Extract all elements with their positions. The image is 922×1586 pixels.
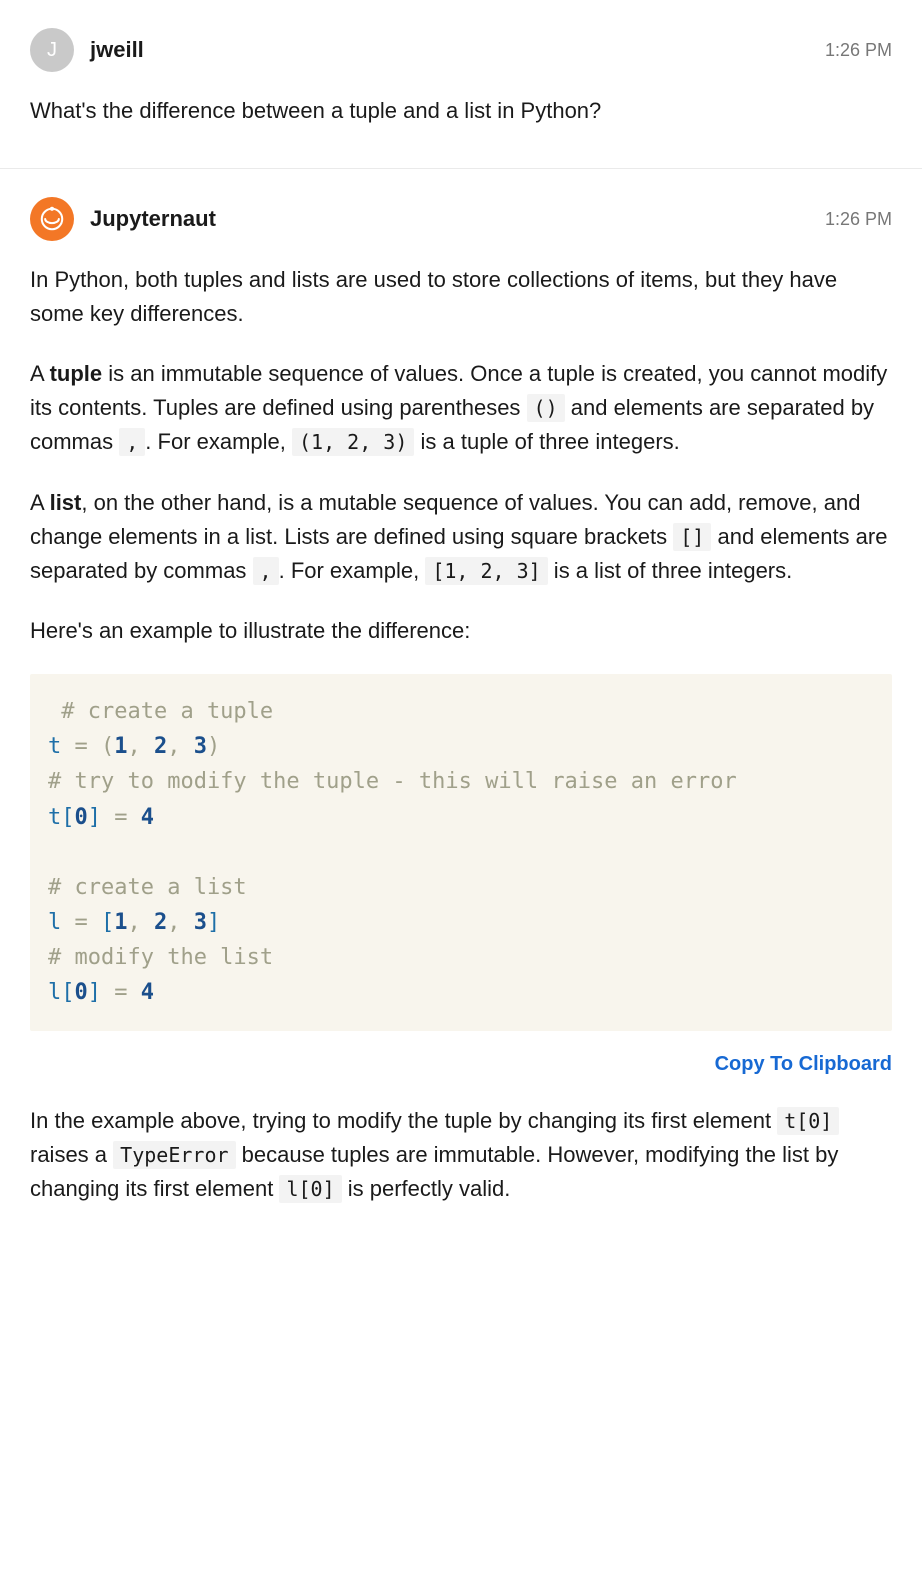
answer-paragraph: A list, on the other hand, is a mutable … bbox=[30, 486, 892, 588]
user-avatar: J bbox=[30, 28, 74, 72]
copy-to-clipboard-button[interactable]: Copy To Clipboard bbox=[715, 1049, 892, 1080]
user-question: What's the difference between a tuple an… bbox=[30, 94, 892, 128]
inline-code: (1, 2, 3) bbox=[292, 428, 414, 456]
jupyternaut-icon bbox=[37, 204, 67, 234]
inline-code: [1, 2, 3] bbox=[425, 557, 547, 585]
inline-code: () bbox=[527, 394, 565, 422]
inline-code: TypeError bbox=[113, 1141, 235, 1169]
timestamp: 1:26 PM bbox=[825, 40, 892, 61]
bold-term: list bbox=[50, 490, 82, 515]
user-message: J jweill 1:26 PM What's the difference b… bbox=[0, 0, 922, 168]
answer-paragraph: In the example above, trying to modify t… bbox=[30, 1104, 892, 1206]
inline-code: , bbox=[119, 428, 145, 456]
answer-paragraph: In Python, both tuples and lists are use… bbox=[30, 263, 892, 331]
answer-paragraph: Here's an example to illustrate the diff… bbox=[30, 614, 892, 648]
assistant-message: Jupyternaut 1:26 PM In Python, both tupl… bbox=[0, 168, 922, 1246]
message-body: In Python, both tuples and lists are use… bbox=[30, 263, 892, 1206]
inline-code: t[0] bbox=[777, 1107, 839, 1135]
message-body: What's the difference between a tuple an… bbox=[30, 94, 892, 128]
username: jweill bbox=[90, 37, 144, 63]
bold-term: tuple bbox=[50, 361, 103, 386]
timestamp: 1:26 PM bbox=[825, 209, 892, 230]
inline-code: l[0] bbox=[279, 1175, 341, 1203]
code-block[interactable]: # create a tuple t = (1, 2, 3) # try to … bbox=[30, 674, 892, 1031]
copy-row: Copy To Clipboard bbox=[30, 1049, 892, 1080]
message-header: Jupyternaut 1:26 PM bbox=[30, 197, 892, 241]
avatar-initial: J bbox=[47, 39, 57, 62]
username: Jupyternaut bbox=[90, 206, 216, 232]
jupyternaut-avatar bbox=[30, 197, 74, 241]
code-example: # create a tuple t = (1, 2, 3) # try to … bbox=[30, 674, 892, 1031]
inline-code: [] bbox=[673, 523, 711, 551]
inline-code: , bbox=[253, 557, 279, 585]
answer-paragraph: A tuple is an immutable sequence of valu… bbox=[30, 357, 892, 459]
message-header: J jweill 1:26 PM bbox=[30, 28, 892, 72]
